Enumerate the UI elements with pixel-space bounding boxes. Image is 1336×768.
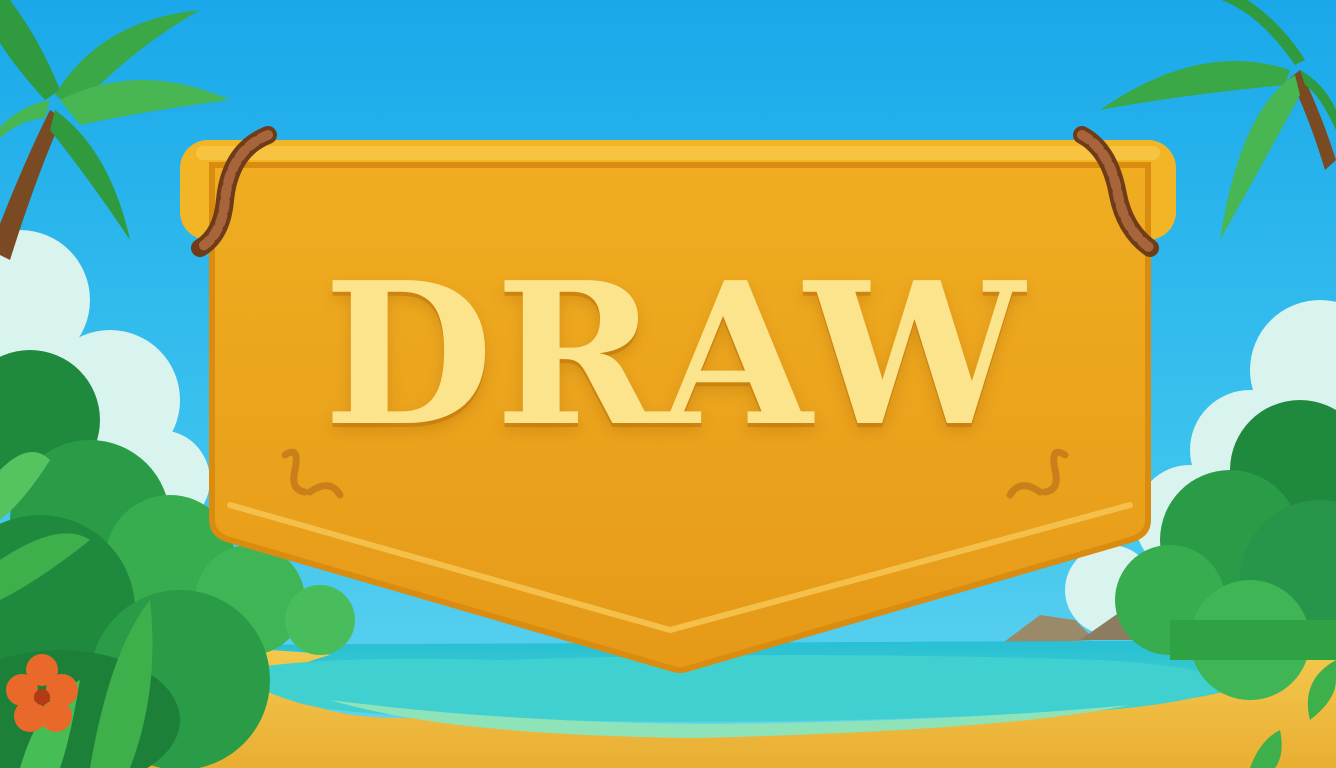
result-title: DRAW: [323, 240, 1027, 470]
banner-top-highlight: [196, 146, 1160, 160]
game-scene: DRAW: [0, 0, 1336, 768]
